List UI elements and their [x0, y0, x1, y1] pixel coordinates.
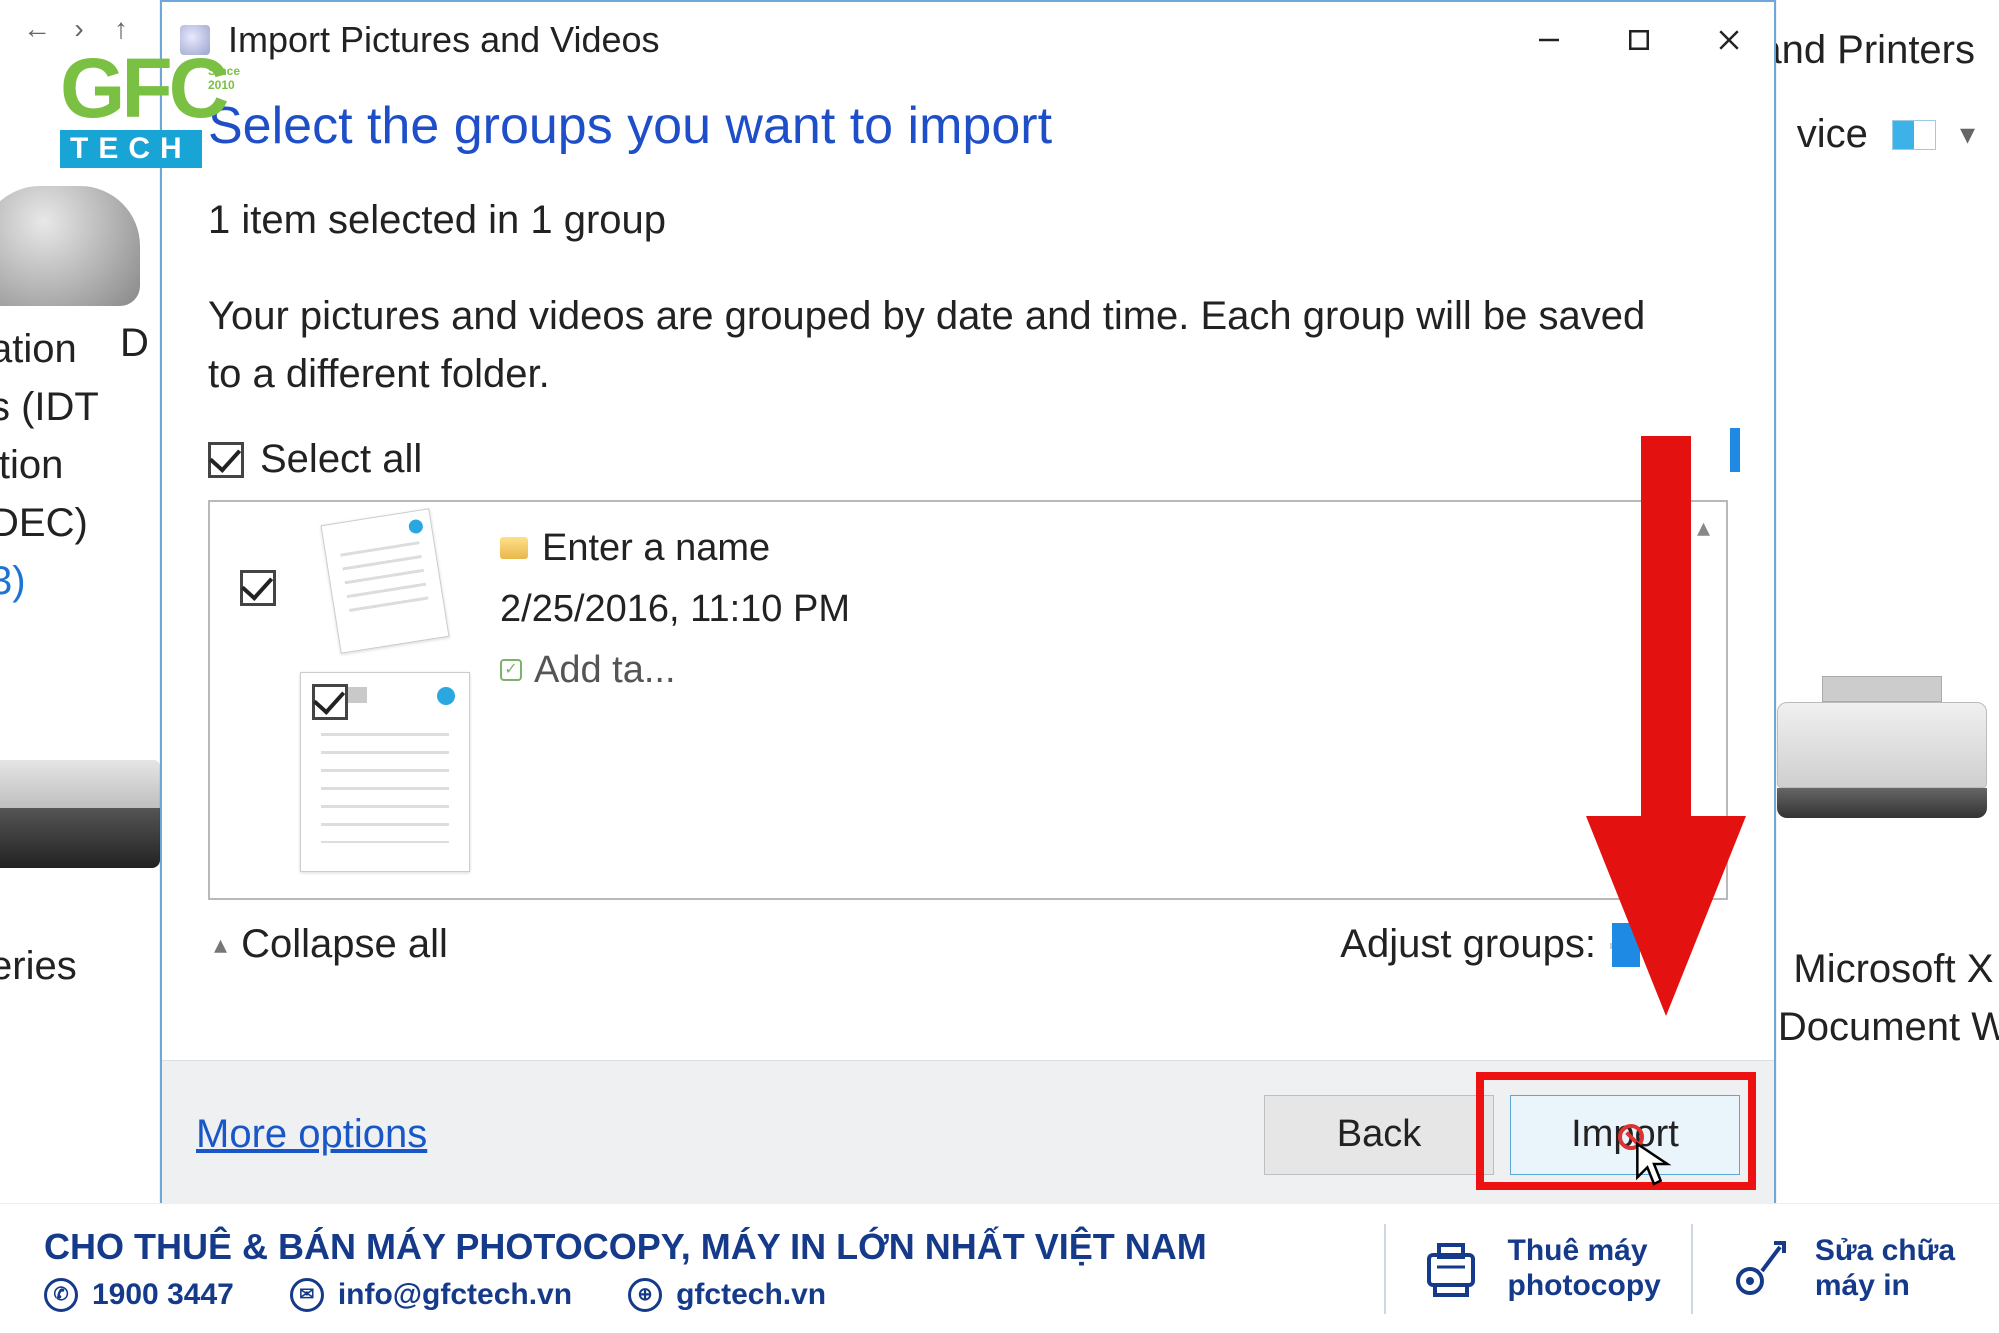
- scroll-indicator: [1730, 428, 1740, 472]
- adjust-groups-slider[interactable]: [1612, 923, 1648, 967]
- group-thumbnails: [222, 512, 472, 700]
- group-checkbox[interactable]: [240, 570, 276, 606]
- explorer-toolbar-right: vice ▾: [1797, 112, 1975, 157]
- banner-phone[interactable]: ✆ 1900 3447: [44, 1278, 234, 1312]
- label-l4: DEC): [0, 494, 99, 552]
- description-text: Your pictures and videos are grouped by …: [208, 287, 1688, 403]
- banner-email-label: info@gfctech.vn: [338, 1278, 572, 1312]
- breadcrumb-vice: vice: [1797, 112, 1868, 157]
- group-name-input[interactable]: Enter a name: [542, 518, 770, 579]
- label-l3: ition: [0, 436, 99, 494]
- group-row[interactable]: Enter a name 2/25/2016, 11:10 PM ✓ Add t…: [222, 512, 1714, 700]
- select-all-checkbox[interactable]: [208, 442, 244, 478]
- banner-email[interactable]: ✉ info@gfctech.vn: [290, 1278, 572, 1312]
- banner-col-photocopy[interactable]: Thuê máy photocopy: [1416, 1234, 1661, 1304]
- dialog-title: Import Pictures and Videos: [228, 19, 660, 61]
- banner-col1-l2: photocopy: [1508, 1269, 1661, 1304]
- groups-controls: ▴ Collapse all Adjust groups:: [208, 900, 1728, 967]
- device-flatbed-icon: [0, 760, 160, 880]
- device-printer-label: Microsoft X Document W: [1778, 940, 1999, 1056]
- thumbnail-checkbox[interactable]: [312, 684, 348, 720]
- window-minimize-button[interactable]: [1504, 2, 1594, 78]
- adjust-groups-control[interactable]: Adjust groups:: [1340, 922, 1722, 967]
- adjust-groups-label: Adjust groups:: [1340, 922, 1596, 967]
- label-d: D: [120, 314, 149, 372]
- label-eries: eries: [0, 944, 77, 989]
- dialog-titlebar: Import Pictures and Videos: [162, 2, 1774, 78]
- label-l1: ation: [0, 320, 99, 378]
- banner-separator: [1384, 1224, 1386, 1314]
- collapse-all-link[interactable]: ▴ Collapse all: [214, 922, 448, 967]
- globe-icon: ⊕: [628, 1278, 662, 1312]
- label-l5: 3): [0, 552, 99, 610]
- banner-web[interactable]: ⊕ gfctech.vn: [628, 1278, 826, 1312]
- select-all-label: Select all: [260, 437, 422, 482]
- group-datetime: 2/25/2016, 11:10 PM: [500, 579, 850, 640]
- import-dialog: Import Pictures and Videos Select the gr…: [160, 0, 1776, 1210]
- view-dropdown-icon[interactable]: ▾: [1960, 117, 1975, 152]
- nav-back-icon[interactable]: ←: [20, 12, 54, 46]
- group-add-tag[interactable]: Add ta...: [534, 640, 676, 701]
- phone-icon: ✆: [44, 1278, 78, 1312]
- printer-label-l2: Document W: [1778, 998, 1999, 1056]
- device-scanner-icon: [0, 186, 140, 306]
- printer-label-l1: Microsoft X: [1778, 940, 1999, 998]
- banner-separator-2: [1691, 1224, 1693, 1314]
- banner-phone-label: 1900 3447: [92, 1278, 234, 1312]
- view-mode-icon[interactable]: [1892, 120, 1936, 150]
- tag-icon: ✓: [500, 659, 522, 681]
- banner-col2-l2: máy in: [1815, 1269, 1955, 1304]
- group-meta: Enter a name 2/25/2016, 11:10 PM ✓ Add t…: [500, 512, 850, 700]
- window-close-button[interactable]: [1684, 2, 1774, 78]
- banner-col1-l1: Thuê máy: [1508, 1234, 1661, 1269]
- folder-icon: [500, 537, 528, 559]
- ad-banner: CHO THUÊ & BÁN MÁY PHOTOCOPY, MÁY IN LỚN…: [0, 1203, 1999, 1333]
- device-printer-icon: [1777, 676, 1987, 846]
- banner-col-repair[interactable]: Sửa chữa máy in: [1723, 1234, 1955, 1304]
- repair-icon: [1723, 1234, 1793, 1304]
- label-l2: s (IDT: [0, 378, 99, 436]
- collapse-caret-icon: ▴: [214, 929, 227, 960]
- email-icon: ✉: [290, 1278, 324, 1312]
- banner-title: CHO THUÊ & BÁN MÁY PHOTOCOPY, MÁY IN LỚN…: [44, 1226, 1354, 1268]
- collapse-all-label: Collapse all: [241, 922, 448, 967]
- groups-list: Enter a name 2/25/2016, 11:10 PM ✓ Add t…: [208, 500, 1728, 900]
- watermark-logo: GFC Since 2010 TECH: [60, 46, 260, 166]
- group-collapse-icon[interactable]: [1697, 512, 1710, 543]
- dialog-heading: Select the groups you want to import: [208, 96, 1728, 156]
- mouse-cursor-icon: [1634, 1140, 1674, 1188]
- more-options-link[interactable]: More options: [196, 1112, 427, 1157]
- dialog-content: Select the groups you want to import 1 i…: [162, 78, 1774, 967]
- window-maximize-button[interactable]: [1594, 2, 1684, 78]
- banner-web-label: gfctech.vn: [676, 1278, 826, 1312]
- select-all-row[interactable]: Select all: [208, 437, 1728, 482]
- thumbnail-1[interactable]: [321, 508, 450, 654]
- banner-col2-l1: Sửa chữa: [1815, 1234, 1955, 1269]
- back-button[interactable]: Back: [1264, 1095, 1494, 1175]
- selection-count: 1 item selected in 1 group: [208, 198, 1728, 243]
- device-label-left: D ation s (IDT ition DEC) 3): [0, 320, 99, 610]
- dialog-footer: More options Back Import: [162, 1060, 1774, 1208]
- photocopy-icon: [1416, 1234, 1486, 1304]
